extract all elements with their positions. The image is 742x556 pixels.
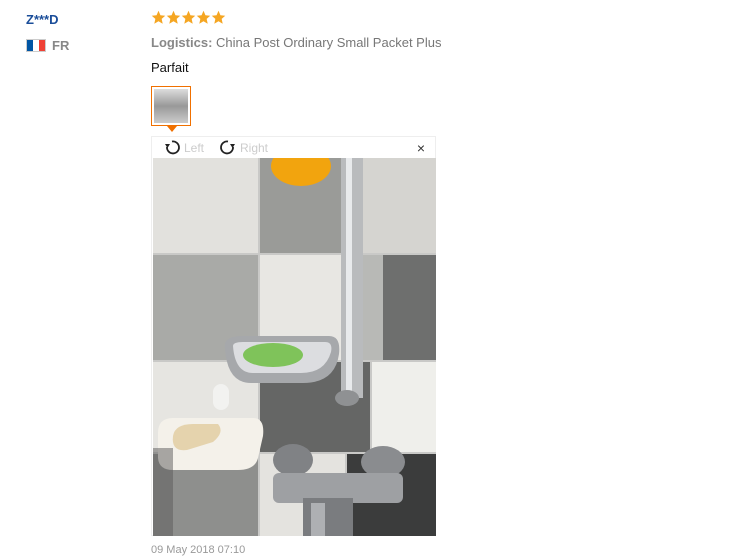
bathroom-photo <box>153 158 436 536</box>
close-icon[interactable]: × <box>417 140 425 156</box>
rotate-right-icon <box>220 140 235 155</box>
rotate-left-icon <box>165 140 180 155</box>
star-icon <box>166 10 181 24</box>
user-country: FR <box>26 38 69 53</box>
rotate-right-button[interactable]: Right <box>218 138 268 158</box>
thumbnail-active-arrow <box>167 126 177 132</box>
viewer-toolbar: Left Right × <box>152 137 435 158</box>
review-date: 09 May 2018 07:10 <box>151 544 246 556</box>
star-icon <box>181 10 196 24</box>
rotate-right-label: Right <box>240 141 269 155</box>
user-name: Z***D <box>26 12 59 27</box>
logistics-label: Logistics: <box>151 35 213 50</box>
star-icon <box>211 10 226 24</box>
image-viewer: Left Right × <box>151 136 436 536</box>
review-image-thumbnail[interactable] <box>151 86 191 126</box>
review-photo <box>153 158 436 536</box>
rotate-left-button[interactable]: Left <box>162 138 204 158</box>
country-code: FR <box>52 38 70 53</box>
rotate-left-label: Left <box>184 141 205 155</box>
france-flag-icon <box>26 39 46 52</box>
review-text: Parfait <box>151 60 189 75</box>
logistics-info: Logistics: China Post Ordinary Small Pac… <box>151 35 441 50</box>
star-icon <box>196 10 211 24</box>
logistics-value: China Post Ordinary Small Packet Plus <box>216 35 442 50</box>
star-rating <box>151 10 226 25</box>
star-icon <box>151 10 166 24</box>
